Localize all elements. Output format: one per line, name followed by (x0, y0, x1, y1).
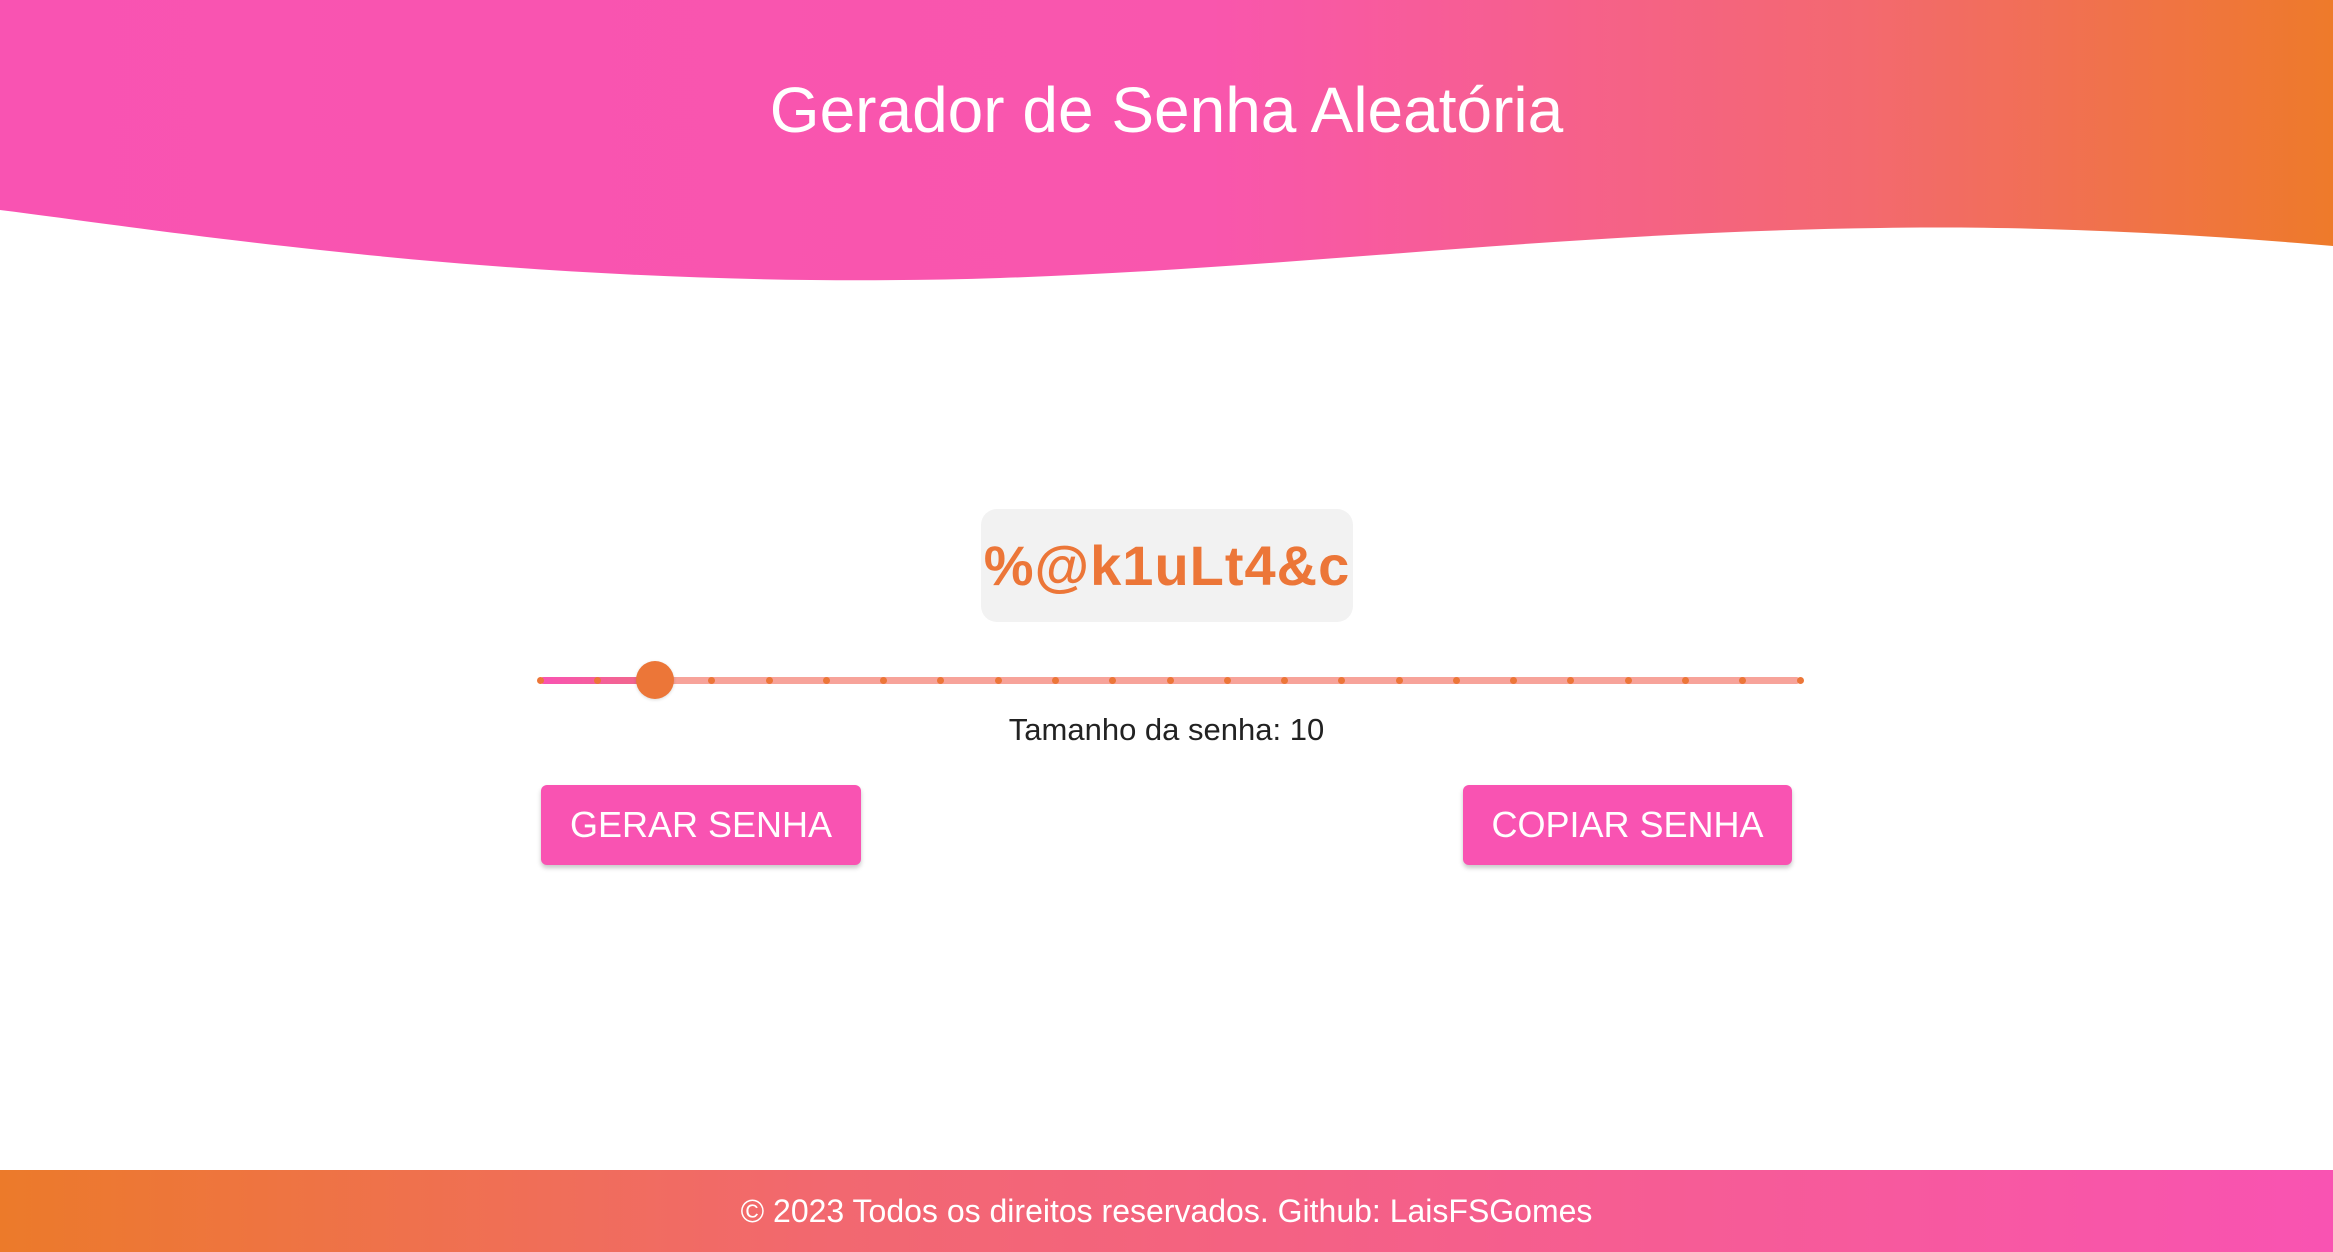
footer-copyright: © 2023 Todos os direitos reservados. Git… (740, 1192, 1593, 1229)
copy-password-button[interactable]: COPIAR SENHA (1463, 785, 1792, 865)
slider-mark (994, 677, 1002, 684)
password-length-label: Tamanho da senha: 10 (1008, 712, 1325, 747)
slider-mark (1166, 677, 1174, 684)
password-display: %@k1uLt4&c (981, 509, 1353, 622)
slider-mark (1395, 677, 1403, 684)
slider-mark (1796, 677, 1804, 684)
slider-mark (822, 677, 830, 684)
page-title: Gerador de Senha Aleatória (769, 74, 1564, 146)
slider-mark (1681, 677, 1689, 684)
slider-mark (765, 677, 773, 684)
slider-mark (1281, 677, 1289, 684)
footer: © 2023 Todos os direitos reservados. Git… (0, 1170, 2333, 1252)
password-length-slider[interactable] (536, 660, 1804, 700)
generated-password: %@k1uLt4&c (983, 534, 1351, 597)
generate-password-button[interactable]: GERAR SENHA (541, 785, 861, 865)
slider-mark (593, 677, 601, 684)
slider-thumb[interactable] (635, 661, 674, 699)
slider-mark (1624, 677, 1632, 684)
slider-mark (1051, 677, 1059, 684)
slider-mark (1223, 677, 1231, 684)
header: Gerador de Senha Aleatória (0, 0, 2333, 290)
slider-mark (1452, 677, 1460, 684)
page: Gerador de Senha Aleatória %@k1uLt4&c Ta… (0, 0, 2333, 1252)
slider-mark (536, 677, 544, 684)
